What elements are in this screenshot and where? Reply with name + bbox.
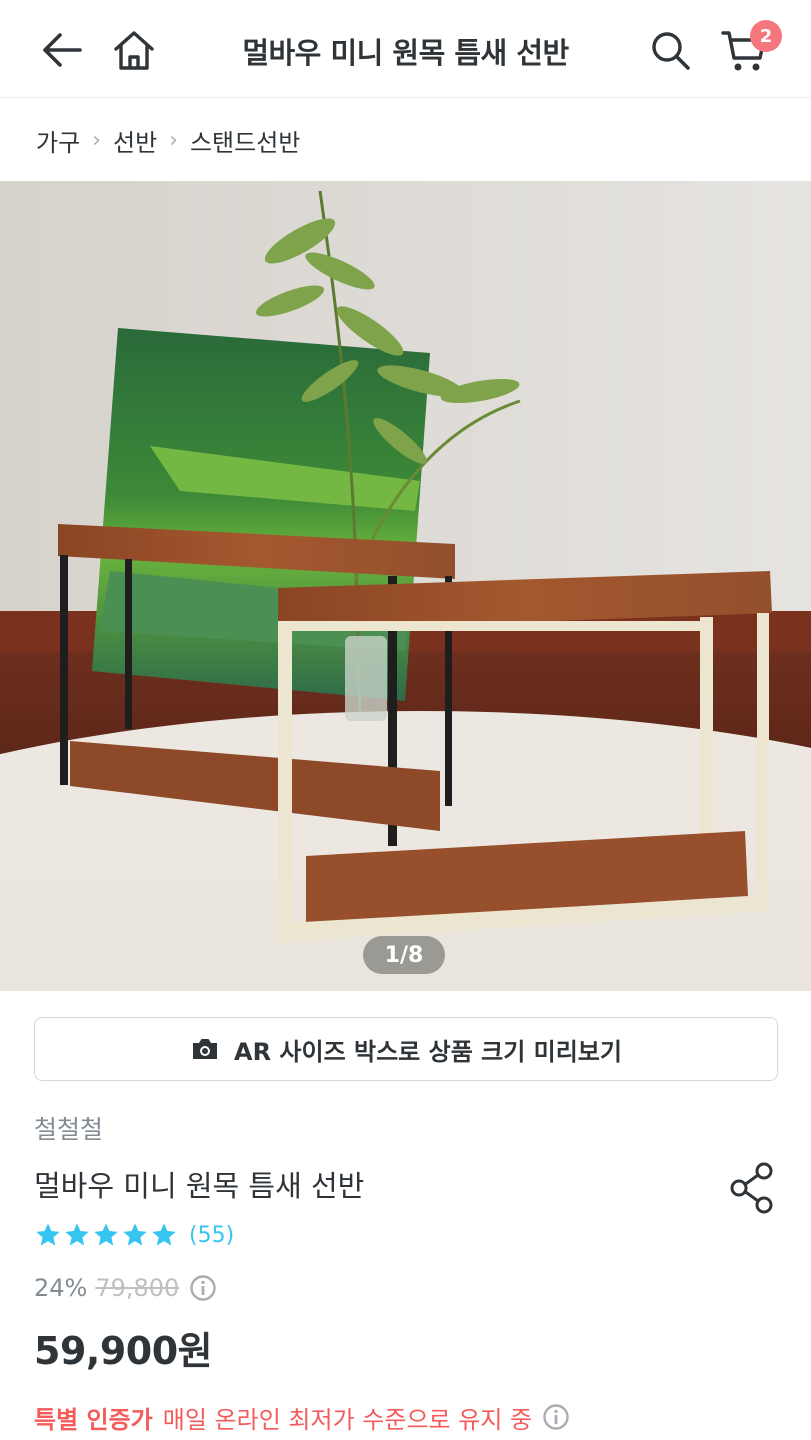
back-arrow-icon [43, 33, 82, 67]
rating-summary: (55) [34, 1219, 234, 1251]
product-photo [0, 181, 811, 991]
home-button[interactable] [108, 24, 160, 76]
chevron-right-icon: › [92, 127, 101, 153]
back-button[interactable] [36, 24, 88, 76]
chevron-right-icon: › [169, 127, 178, 153]
camera-icon [190, 1036, 220, 1062]
brand-name[interactable]: 철철철 [34, 1110, 103, 1146]
info-icon[interactable] [189, 1274, 217, 1302]
price-discount-row: 24% 79,800 [34, 1272, 217, 1304]
product-image-gallery[interactable] [0, 181, 811, 991]
breadcrumb-item-furniture[interactable]: 가구 [36, 123, 80, 158]
share-icon [730, 1162, 773, 1214]
star-icon [94, 1223, 118, 1246]
star-icon [152, 1223, 176, 1246]
cart-count-badge: 2 [750, 20, 782, 52]
review-count-link[interactable]: (55) [189, 1223, 234, 1248]
breadcrumb: 가구 › 선반 › 스탠드선반 [36, 120, 300, 160]
search-icon [652, 32, 690, 70]
search-button[interactable] [644, 24, 696, 76]
sale-price: 59,900원 [34, 1329, 213, 1373]
home-icon [114, 31, 154, 70]
product-name: 멀바우 미니 원목 틈새 선반 [34, 1169, 365, 1203]
info-icon[interactable] [542, 1403, 570, 1431]
star-rating [34, 1221, 179, 1249]
star-icon [123, 1223, 147, 1246]
original-price: 79,800 [95, 1274, 180, 1302]
top-app-bar: 멀바우 미니 원목 틈새 선반 2 [0, 0, 811, 98]
star-icon [36, 1223, 60, 1246]
special-price-tag: 특별 인증가 [34, 1405, 153, 1434]
breadcrumb-item-stand-shelf[interactable]: 스탠드선반 [190, 123, 300, 158]
image-counter: 1/8 [363, 936, 445, 974]
ar-size-preview-button[interactable]: AR 사이즈 박스로 상품 크기 미리보기 [34, 1017, 778, 1081]
discount-rate: 24% [34, 1274, 88, 1302]
page-title: 멀바우 미니 원목 틈새 선반 [242, 36, 569, 70]
ar-button-label: AR 사이즈 박스로 상품 크기 미리보기 [234, 1037, 622, 1066]
star-icon [65, 1223, 89, 1246]
breadcrumb-item-shelf[interactable]: 선반 [113, 123, 157, 158]
special-price-description: 매일 온라인 최저가 수준으로 유지 중 [162, 1405, 533, 1434]
share-button[interactable] [728, 1160, 778, 1216]
special-price-notice: 특별 인증가 매일 온라인 최저가 수준으로 유지 중 [34, 1400, 570, 1434]
